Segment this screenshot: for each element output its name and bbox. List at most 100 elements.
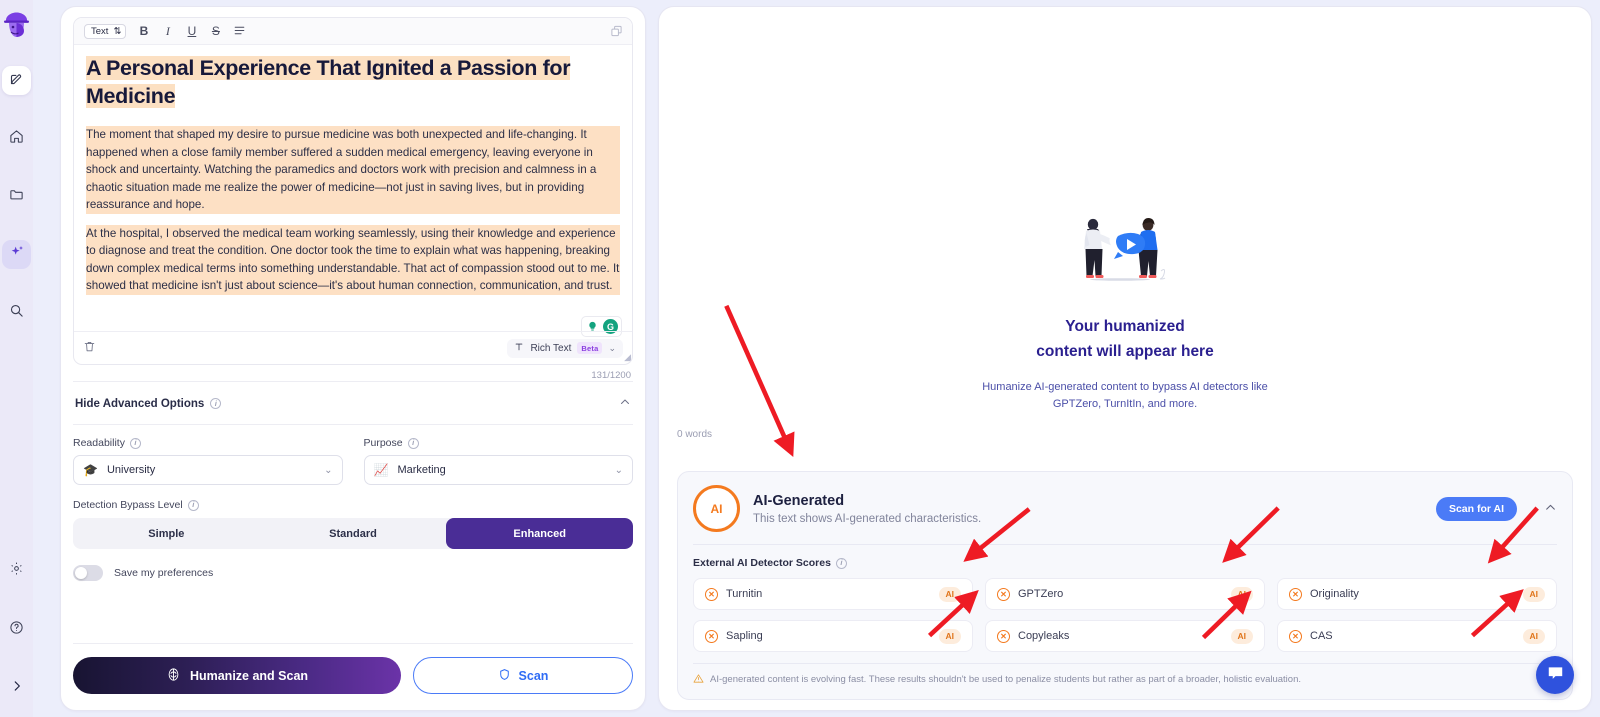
bypass-option-standard[interactable]: Standard (260, 518, 447, 549)
save-preferences-toggle[interactable] (73, 565, 103, 581)
sidebar-item-home[interactable] (2, 124, 31, 153)
info-icon[interactable]: i (210, 398, 222, 409)
shield-icon (498, 668, 511, 684)
action-buttons-row: Humanize and Scan Scan (73, 643, 633, 710)
sidebar-expand-button[interactable] (2, 674, 31, 703)
info-icon[interactable]: i (129, 437, 141, 449)
warning-text: AI-generated content is evolving fast. T… (710, 674, 1301, 685)
warning-row: AI-generated content is evolving fast. T… (693, 663, 1557, 689)
beta-badge: Beta (577, 342, 603, 354)
sidebar-item-settings[interactable] (2, 556, 31, 585)
bold-button[interactable]: B (137, 25, 150, 37)
updown-chevron-icon: ⇅ (113, 25, 122, 37)
save-preferences-row: Save my preferences (73, 565, 633, 581)
purpose-value: Marketing (397, 464, 446, 476)
toggle-knob (75, 567, 87, 579)
detector-name: GPTZero (1018, 588, 1064, 600)
circle-x-icon: ✕ (705, 587, 718, 601)
output-word-count: 0 words (677, 429, 713, 440)
result-header: AI AI-Generated This text shows AI-gener… (693, 485, 1557, 532)
empty-state-heading-line1: Your humanized (1065, 318, 1185, 336)
chevron-down-icon: ⌄ (324, 464, 333, 476)
scan-for-ai-button[interactable]: Scan for AI (1435, 496, 1517, 521)
main-area: Text ⇅ B I U S A Personal Experience Tha… (33, 0, 1600, 717)
app-logo-detective[interactable] (2, 8, 31, 40)
humanize-and-scan-label: Humanize and Scan (189, 668, 309, 683)
question-circle-icon (9, 620, 24, 640)
detector-badge: AI (1230, 628, 1253, 644)
detector-card-cas[interactable]: ✕ CAS AI (1277, 620, 1557, 652)
chart-icon: 📈 (373, 463, 389, 477)
resize-grip-icon[interactable]: ◢ (624, 352, 631, 363)
result-text-group: AI-Generated This text shows AI-generate… (753, 493, 981, 525)
underline-button[interactable]: U (185, 25, 198, 37)
sidebar-item-folder[interactable] (2, 182, 31, 211)
detector-card-originality[interactable]: ✕ Originality AI (1277, 578, 1557, 610)
warning-triangle-icon (693, 673, 704, 689)
detector-card-turnitin[interactable]: ✕ Turnitin AI (693, 578, 973, 610)
document-paragraph: The moment that shaped my desire to purs… (86, 126, 620, 214)
result-title: AI-Generated (753, 492, 845, 509)
advanced-options-toggle[interactable]: Hide Advanced Options i (73, 381, 633, 424)
circle-x-icon: ✕ (997, 587, 1010, 601)
advanced-options-label: Hide Advanced Options (75, 397, 205, 410)
trash-icon[interactable] (83, 340, 96, 356)
circle-x-icon: ✕ (1289, 587, 1302, 601)
brain-icon (166, 667, 181, 685)
detector-name: Copyleaks (1018, 630, 1070, 642)
collapse-result-chevron-up-icon[interactable] (1544, 501, 1557, 517)
bypass-option-simple[interactable]: Simple (73, 518, 260, 549)
detector-name: Turnitin (726, 588, 763, 600)
detector-name: Sapling (726, 630, 763, 642)
advanced-options-title-group: Hide Advanced Options i (75, 397, 222, 410)
save-preferences-label: Save my preferences (114, 567, 214, 579)
readability-field: Readability i 🎓 University ⌄ (73, 437, 343, 485)
home-icon (9, 129, 24, 149)
detector-badge: AI (938, 628, 961, 644)
info-icon[interactable]: i (835, 557, 847, 569)
editor-toolbar: Text ⇅ B I U S (74, 18, 632, 45)
bullet-list-button[interactable] (233, 24, 246, 39)
input-panel: Text ⇅ B I U S A Personal Experience Tha… (60, 6, 646, 711)
copy-icon[interactable] (610, 25, 623, 38)
gear-icon (9, 561, 24, 581)
sidebar-item-ai-tools[interactable] (2, 240, 31, 269)
sidebar-item-editor[interactable] (2, 66, 31, 95)
detector-name: Originality (1310, 588, 1359, 600)
bypass-label-group: Detection Bypass Level i (73, 499, 633, 511)
two-people-with-play-button-illustration (1060, 214, 1190, 299)
sidebar-bottom-group (0, 556, 33, 707)
strikethrough-button[interactable]: S (209, 25, 222, 37)
advanced-options-row: Readability i 🎓 University ⌄ Purpose i 📈… (73, 424, 633, 485)
scan-button[interactable]: Scan (413, 657, 633, 694)
info-icon[interactable]: i (407, 437, 419, 449)
detector-badge: AI (1522, 628, 1545, 644)
text-style-select[interactable]: Text ⇅ (84, 23, 127, 39)
info-icon[interactable]: i (187, 499, 199, 511)
editor-content[interactable]: A Personal Experience That Ignited a Pas… (74, 45, 632, 337)
document-title: A Personal Experience That Ignited a Pas… (86, 56, 571, 108)
detector-card-copyleaks[interactable]: ✕ Copyleaks AI (985, 620, 1265, 652)
bypass-option-enhanced[interactable]: Enhanced (446, 518, 633, 549)
empty-state-subtitle: Humanize AI-generated content to bypass … (982, 380, 1268, 410)
rich-text-mode-select[interactable]: Rich Text Beta ⌄ (507, 338, 623, 358)
pencil-square-icon (9, 71, 24, 91)
circle-x-icon: ✕ (1289, 629, 1302, 643)
sidebar-item-search[interactable] (2, 298, 31, 327)
external-scores-label: External AI Detector Scores (693, 557, 831, 569)
humanize-and-scan-button[interactable]: Humanize and Scan (73, 657, 401, 694)
purpose-select[interactable]: 📈 Marketing ⌄ (363, 455, 633, 485)
chat-support-button[interactable] (1536, 656, 1574, 694)
italic-button[interactable]: I (161, 25, 174, 37)
detector-card-gptzero[interactable]: ✕ GPTZero AI (985, 578, 1265, 610)
graduation-cap-icon: 🎓 (83, 463, 98, 477)
sidebar-item-help[interactable] (2, 615, 31, 644)
detector-name: CAS (1310, 630, 1333, 642)
chevron-down-icon: ⌄ (608, 342, 616, 353)
folder-icon (9, 187, 24, 207)
character-count: 131/1200 (591, 370, 631, 381)
detector-badge: AI (1522, 586, 1545, 602)
detector-card-sapling[interactable]: ✕ Sapling AI (693, 620, 973, 652)
detector-badge: AI (1230, 586, 1253, 602)
readability-select[interactable]: 🎓 University ⌄ (73, 455, 343, 485)
